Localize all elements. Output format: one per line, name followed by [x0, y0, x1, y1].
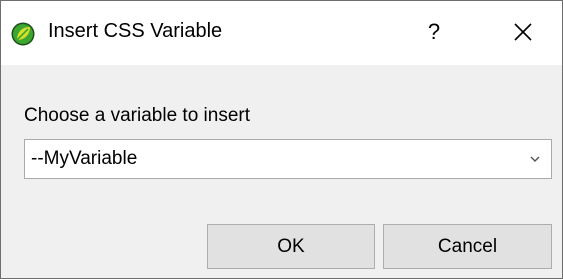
cancel-button[interactable]: Cancel — [383, 224, 552, 269]
title-bar: Insert CSS Variable ? — [1, 1, 562, 65]
help-button[interactable]: ? — [414, 14, 454, 50]
variable-select[interactable]: --MyVariable — [24, 139, 552, 179]
dialog-title: Insert CSS Variable — [48, 20, 223, 42]
close-button[interactable] — [501, 13, 545, 53]
close-icon — [514, 23, 532, 41]
chevron-down-icon — [530, 156, 540, 162]
variable-prompt-label: Choose a variable to insert — [24, 105, 251, 126]
selected-variable-value: --MyVariable — [31, 148, 138, 169]
ok-button[interactable]: OK — [207, 224, 375, 269]
leaf-icon — [11, 22, 35, 46]
insert-css-variable-dialog: Insert CSS Variable ? Choose a variable … — [0, 0, 563, 279]
